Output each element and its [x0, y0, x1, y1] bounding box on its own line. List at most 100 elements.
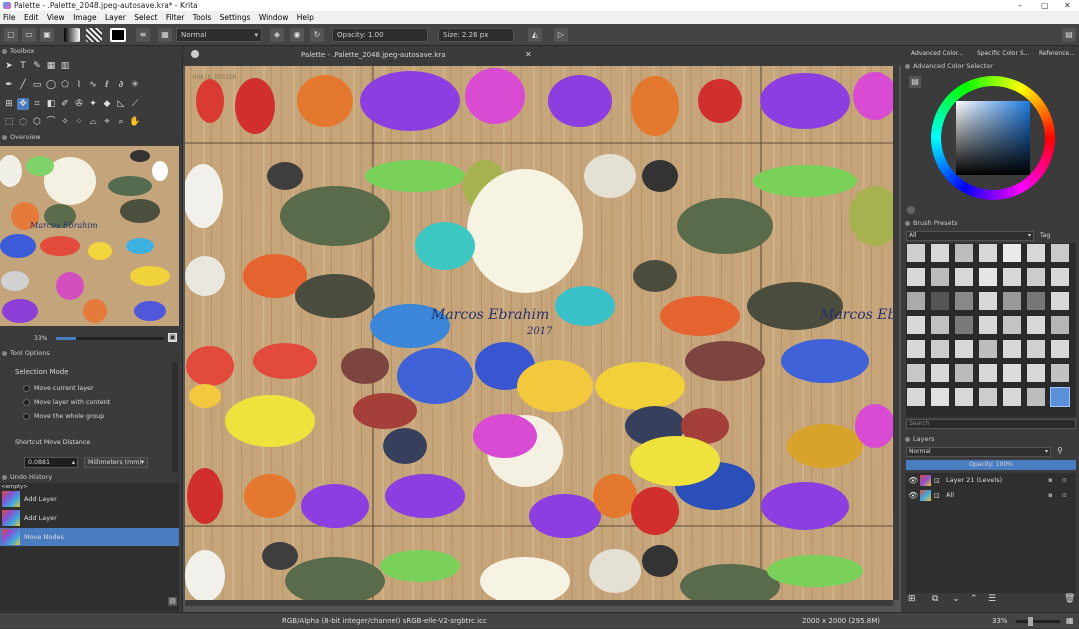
close-icon[interactable]: ✕ [1064, 0, 1071, 11]
brush-preset-tile[interactable] [1026, 267, 1046, 287]
brush-preset-filter-select[interactable]: All ▾ [906, 231, 1034, 241]
new-document-icon[interactable]: ▢ [4, 28, 18, 42]
brush-preset-tile[interactable] [954, 267, 974, 287]
brush-preset-tile[interactable] [906, 363, 926, 383]
brush-preset-tile[interactable] [930, 363, 950, 383]
brush-preset-tile[interactable] [1002, 291, 1022, 311]
brush-preset-tile[interactable] [1002, 267, 1022, 287]
zoom-tool-icon[interactable]: ⌕ [115, 116, 127, 128]
menu-tools[interactable]: Tools [190, 11, 214, 24]
brush-preset-tile[interactable] [978, 363, 998, 383]
edit-shape-tool-icon[interactable]: ✎ [31, 60, 43, 72]
brush-settings-icon[interactable]: ≡ [136, 28, 150, 42]
canvas-horizontal-scrollbar[interactable] [185, 600, 893, 606]
move-layer-down-icon[interactable]: ⌄ [952, 594, 960, 604]
document-tab-title[interactable]: Palette - .Palette_2048.jpeg-autosave.kr… [301, 51, 445, 59]
brush-preset-tile[interactable] [930, 315, 950, 335]
freehand-brush-icon[interactable]: ✒ [3, 79, 15, 91]
multibrush-icon[interactable]: ✳ [129, 79, 141, 91]
brush-preset-tile[interactable] [978, 387, 998, 407]
brush-preset-tile[interactable] [978, 339, 998, 359]
pan-tool-icon[interactable]: ✋ [129, 116, 141, 128]
brush-preset-tile[interactable] [978, 243, 998, 263]
visibility-eye-icon[interactable]: 👁 [908, 473, 918, 488]
brush-preset-tile[interactable] [954, 387, 974, 407]
transform-tool-icon[interactable]: ⊞ [3, 98, 15, 110]
brush-preset-tile[interactable] [978, 291, 998, 311]
brush-preset-search-input[interactable]: Search [906, 419, 1076, 429]
undo-item-add-layer-1[interactable]: Add Layer [0, 490, 179, 508]
brush-tag-label[interactable]: Tag [1040, 232, 1050, 239]
brush-preset-tile[interactable] [1026, 291, 1046, 311]
brush-preset-tile[interactable] [1002, 363, 1022, 383]
brush-preset-tile[interactable] [954, 339, 974, 359]
freehand-path-icon[interactable]: ℓ [101, 79, 113, 91]
undo-item-add-layer-2[interactable]: Add Layer [0, 509, 179, 527]
reload-preset-icon[interactable]: ↻ [310, 28, 324, 42]
menu-window[interactable]: Window [256, 11, 292, 24]
open-document-icon[interactable]: ▭ [22, 28, 36, 42]
pattern-selector[interactable] [86, 28, 102, 42]
menu-select[interactable]: Select [131, 11, 160, 24]
save-icon[interactable]: ▣ [40, 28, 54, 42]
select-shape-tool-icon[interactable]: ➤ [3, 60, 15, 72]
brush-preset-tile[interactable] [1050, 363, 1070, 383]
polygon-select-icon[interactable]: ⬡ [31, 116, 43, 128]
brush-preset-tile[interactable] [906, 339, 926, 359]
delete-layer-icon[interactable]: 🗑 [1064, 594, 1075, 604]
menu-layer[interactable]: Layer [102, 11, 129, 24]
brush-preset-tile[interactable] [978, 315, 998, 335]
brush-preset-tile[interactable] [954, 363, 974, 383]
rectangle-tool-icon[interactable]: ▭ [31, 79, 43, 91]
menu-settings[interactable]: Settings [217, 11, 254, 24]
brush-preset-tile[interactable] [1050, 315, 1070, 335]
move-distance-unit-select[interactable]: Millimeters (mm) ▾ [84, 457, 148, 468]
canvas-image[interactable]: Marcos Ebrahim 2017 Marcos Ebrahim RGB/8… [185, 66, 893, 600]
tool-options-scrollbar[interactable] [172, 362, 178, 474]
colorize-mask-icon[interactable]: ✇ [73, 98, 85, 110]
fill-tool-icon[interactable]: ◆ [101, 98, 113, 110]
contiguous-select-icon[interactable]: ✧ [59, 116, 71, 128]
layer-alpha-icon[interactable]: α [1062, 488, 1067, 503]
text-tool-icon[interactable]: T [17, 60, 29, 72]
undo-history-config-icon[interactable]: ▤ [168, 597, 177, 606]
brush-preset-tile[interactable] [1002, 243, 1022, 263]
brush-preset-tile[interactable] [930, 243, 950, 263]
similar-color-select-icon[interactable]: ⁘ [73, 116, 85, 128]
brush-preset-tile[interactable] [978, 267, 998, 287]
gradient-tool-icon[interactable]: ◧ [45, 98, 57, 110]
layer-alpha-icon[interactable]: α [1062, 473, 1067, 488]
gradient-selector[interactable] [64, 28, 80, 42]
brush-preset-tile[interactable] [1002, 339, 1022, 359]
layer-opacity-slider[interactable]: Opacity: 100% [906, 460, 1076, 470]
brush-preset-tile[interactable] [906, 387, 926, 407]
opacity-slider[interactable]: Opacity: 1.00 [332, 28, 428, 42]
brush-preset-tile[interactable] [906, 291, 926, 311]
bezier-select-icon[interactable]: ⌓ [87, 116, 99, 128]
zoom-slider-handle[interactable] [1028, 617, 1033, 626]
minimize-icon[interactable]: – [1018, 0, 1022, 11]
brush-preset-tile[interactable] [1050, 243, 1070, 263]
mirror-vertical-icon[interactable]: ▷ [554, 28, 568, 42]
smart-patch-icon[interactable]: ✦ [87, 98, 99, 110]
brush-preset-tile[interactable] [954, 315, 974, 335]
measure-tool-icon[interactable]: ⟋ [129, 98, 141, 110]
brush-preset-tile[interactable] [906, 315, 926, 335]
size-slider[interactable]: Size: 2.26 px [438, 28, 514, 42]
polyline-tool-icon[interactable]: ⌇ [73, 79, 85, 91]
dynamic-brush-icon[interactable]: ∂ [115, 79, 127, 91]
brush-preset-tile[interactable] [1002, 387, 1022, 407]
ellipse-tool-icon[interactable]: ◯ [45, 79, 57, 91]
move-layer-up-icon[interactable]: ⌃ [970, 594, 978, 604]
radio-move-layer-with-content[interactable] [23, 399, 30, 406]
overview-zoom-slider[interactable] [56, 337, 164, 340]
magnetic-select-icon[interactable]: ⌖ [101, 116, 113, 128]
layer-row-layer-21[interactable]: 👁 ⊡ Layer 21 (Levels) ▪ α [906, 473, 1076, 488]
brush-preset-tile[interactable] [1050, 339, 1070, 359]
assistant-tool-icon[interactable]: ◺ [115, 98, 127, 110]
brush-preset-tile[interactable] [1050, 291, 1070, 311]
add-layer-icon[interactable]: ⊞ [908, 594, 916, 604]
document-tab-close-icon[interactable]: ✕ [525, 50, 532, 59]
layer-properties-icon[interactable]: ☰ [988, 594, 996, 604]
move-tool-icon[interactable]: ✥ [17, 98, 29, 110]
